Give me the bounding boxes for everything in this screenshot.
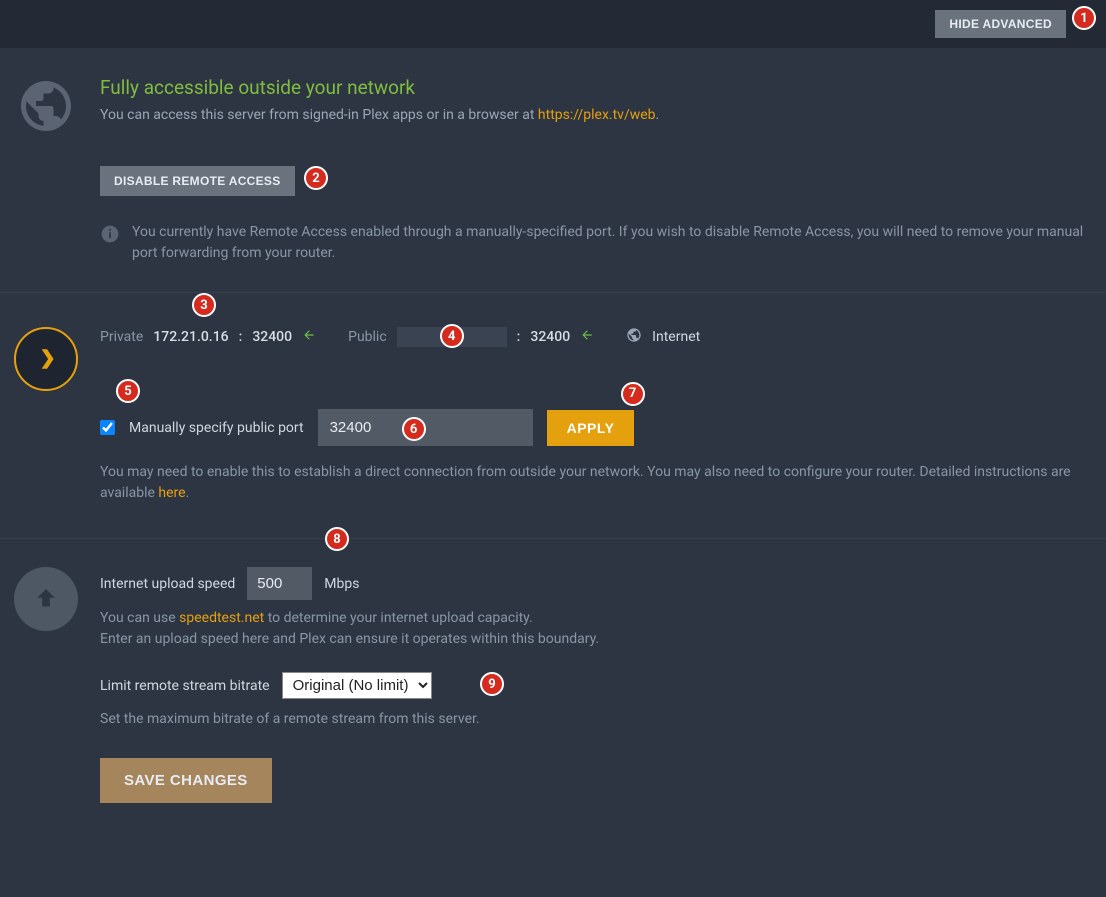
apply-button[interactable]: APPLY: [547, 410, 635, 446]
upload-hint: You can use speedtest.net to determine y…: [100, 608, 1086, 650]
annotation-badge-7: 7: [621, 382, 645, 406]
upload-speed-input[interactable]: [247, 567, 312, 600]
annotation-badge-5: 5: [116, 379, 140, 403]
globe-icon: [14, 76, 78, 140]
upload-hint-line2: Enter an upload speed here and Plex can …: [100, 631, 599, 647]
upload-hint-suffix: to determine your internet upload capaci…: [264, 610, 533, 626]
annotation-badge-2: 2: [304, 166, 328, 190]
bitrate-select[interactable]: Original (No limit): [282, 672, 432, 699]
plex-logo-icon: [14, 327, 78, 391]
public-label: Public: [348, 329, 387, 345]
annotation-badge-3: 3: [192, 293, 216, 317]
manual-port-checkbox[interactable]: [100, 420, 115, 435]
bitrate-label: Limit remote stream bitrate: [100, 678, 270, 694]
save-changes-button[interactable]: SAVE CHANGES: [100, 758, 272, 803]
plex-web-link[interactable]: https://plex.tv/web: [538, 107, 656, 123]
colon-2: :: [517, 329, 521, 345]
colon-1: :: [239, 329, 243, 345]
private-ip: 172.21.0.16: [153, 329, 228, 345]
annotation-badge-9: 9: [480, 672, 504, 696]
arrow-left-icon: [302, 328, 316, 346]
hide-advanced-button[interactable]: HIDE ADVANCED: [935, 10, 1066, 38]
public-port: 32400: [530, 329, 570, 345]
bitrate-hint: Set the maximum bitrate of a remote stre…: [100, 709, 1086, 730]
annotation-badge-1: 1: [1072, 6, 1096, 30]
access-description: You can access this server from signed-i…: [100, 105, 1086, 126]
upload-icon: [14, 567, 78, 631]
internet-label: Internet: [652, 329, 700, 345]
arrow-left-icon-2: [580, 328, 594, 346]
private-label: Private: [100, 329, 143, 345]
public-ip-redacted: 4: [397, 327, 507, 347]
remote-access-info-text: You currently have Remote Access enabled…: [132, 222, 1086, 264]
access-title: Fully accessible outside your network: [100, 76, 1086, 99]
disable-remote-access-button[interactable]: DISABLE REMOTE ACCESS: [100, 166, 295, 196]
upload-speed-unit: Mbps: [324, 576, 359, 592]
access-desc-prefix: You can access this server from signed-i…: [100, 107, 538, 123]
upload-hint-prefix: You can use: [100, 610, 179, 626]
port-instructions-link[interactable]: here: [158, 485, 185, 501]
port-hint-suffix: .: [186, 485, 190, 501]
manual-port-label[interactable]: Manually specify public port: [129, 420, 304, 436]
upload-speed-label: Internet upload speed: [100, 576, 235, 592]
port-hint-prefix: You may need to enable this to establish…: [100, 464, 1071, 501]
speedtest-link[interactable]: speedtest.net: [179, 610, 264, 626]
access-desc-suffix: .: [656, 107, 660, 123]
public-port-input[interactable]: [318, 409, 533, 446]
private-port: 32400: [252, 329, 292, 345]
internet-globe-icon: [626, 327, 642, 347]
annotation-badge-4: 4: [440, 324, 464, 348]
port-hint: You may need to enable this to establish…: [100, 462, 1086, 504]
info-icon: [100, 224, 120, 244]
